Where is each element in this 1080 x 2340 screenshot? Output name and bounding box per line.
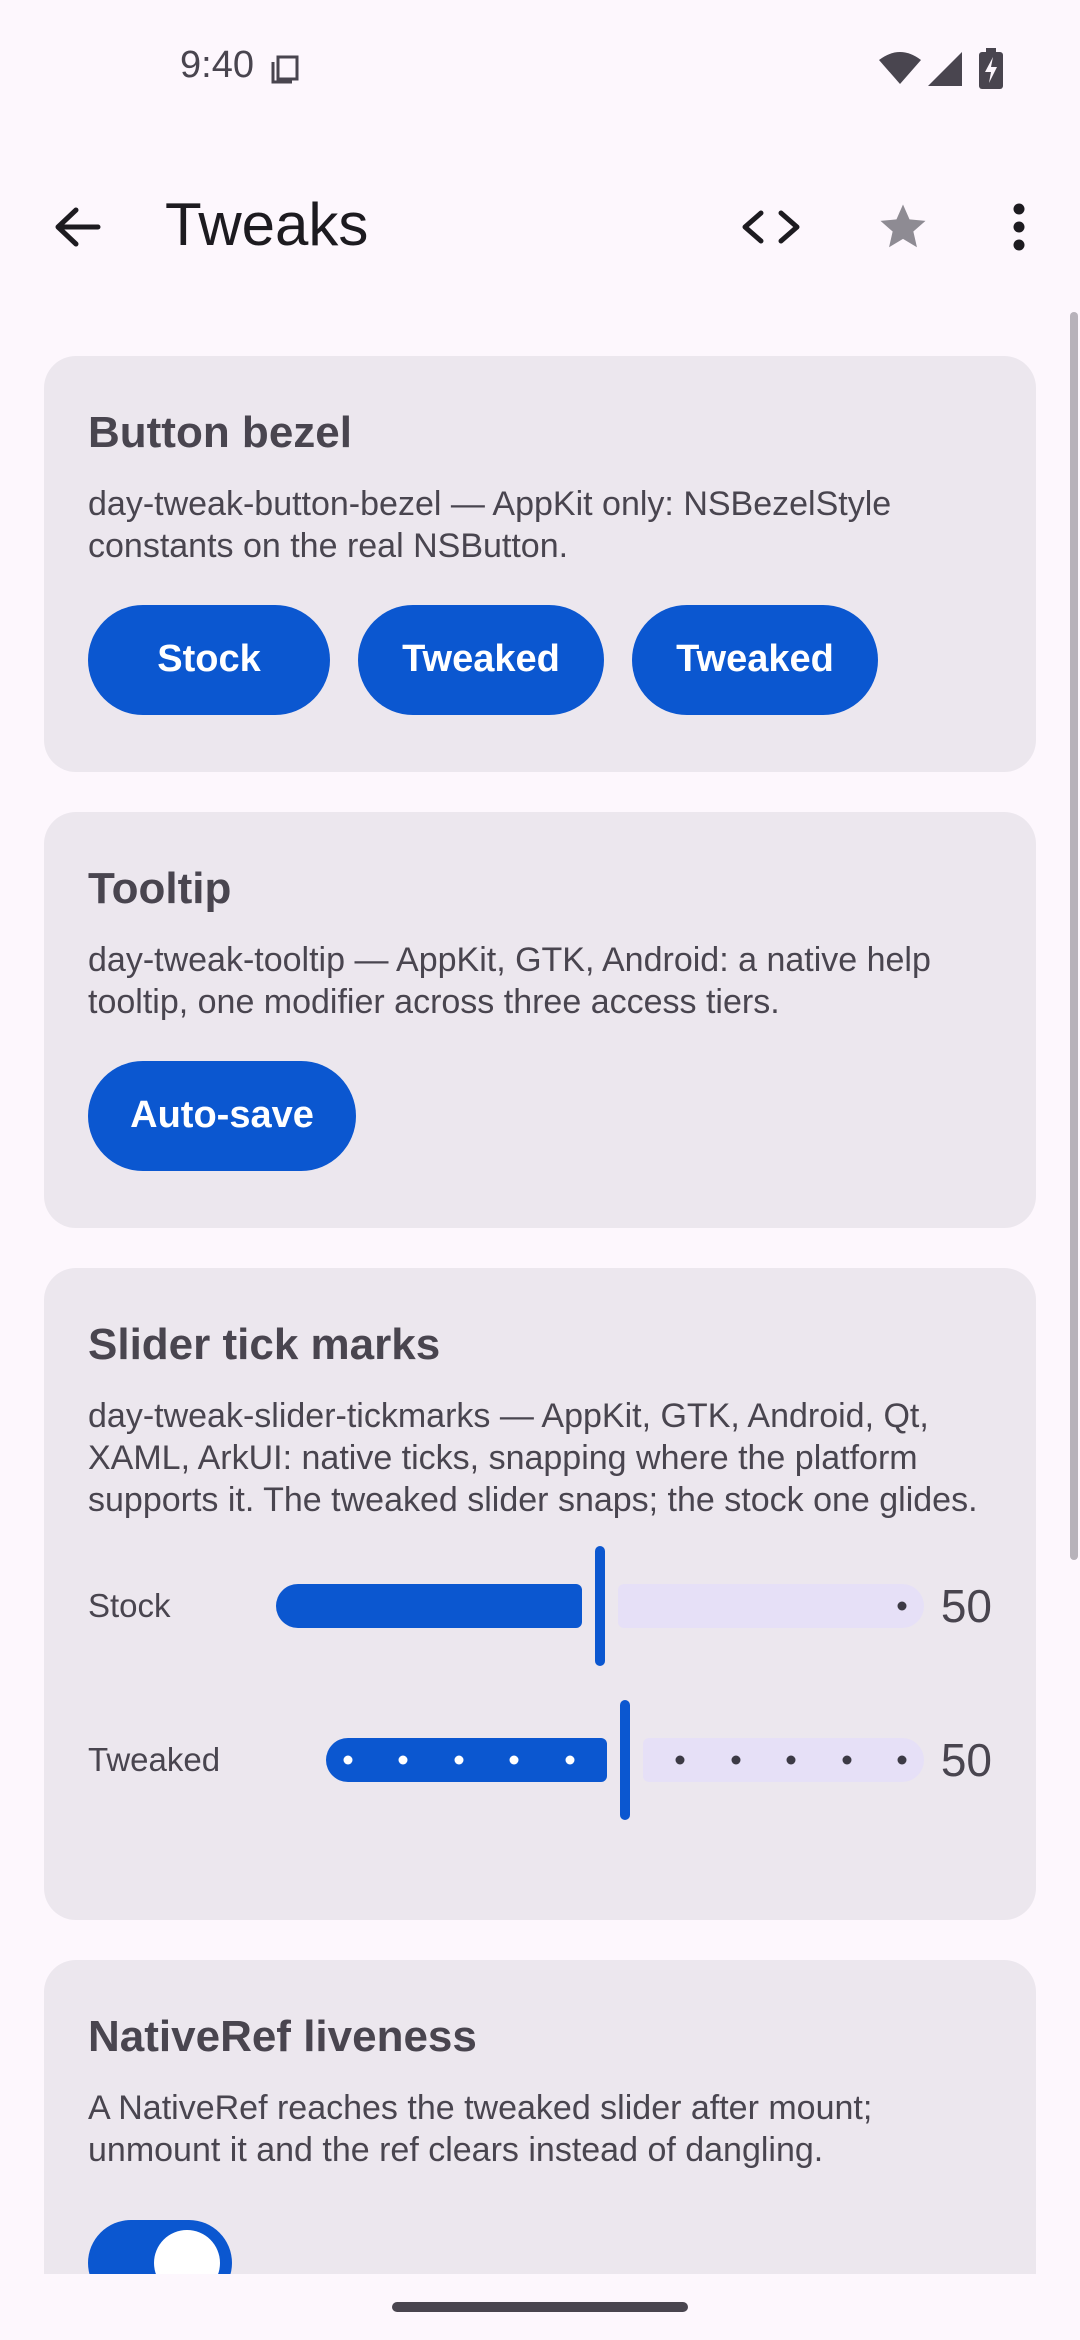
slider-tick-mark bbox=[786, 1755, 796, 1765]
tweaks-screen: 9:40 Tweaks Button bezel day-tweak-butto… bbox=[0, 0, 1080, 2340]
stock-slider[interactable] bbox=[276, 1545, 924, 1666]
card-title: Slider tick marks bbox=[88, 1320, 441, 1369]
tweaked-button-secondary[interactable]: Tweaked bbox=[632, 604, 878, 715]
slider-tick-mark bbox=[897, 1755, 907, 1765]
card-tooltip: Tooltip day-tweak-tooltip — AppKit, GTK,… bbox=[44, 812, 1036, 1228]
status-bar: 9:40 bbox=[0, 0, 1080, 140]
wifi-icon bbox=[879, 52, 921, 84]
star-icon bbox=[880, 204, 926, 248]
slider-end-stop bbox=[897, 1601, 907, 1611]
favorite-button[interactable] bbox=[858, 182, 948, 272]
slider-tick-mark bbox=[842, 1755, 852, 1765]
card-description: day-tweak-tooltip — AppKit, GTK, Android… bbox=[88, 940, 931, 1021]
card-description: day-tweak-slider-tickmarks — AppKit, GTK… bbox=[88, 1396, 978, 1519]
slider-tick-mark bbox=[343, 1755, 353, 1765]
slider-value: 50 bbox=[940, 1733, 992, 1786]
top-app-bar: Tweaks bbox=[0, 160, 1080, 292]
slider-inactive-track bbox=[643, 1737, 924, 1782]
slider-thumb[interactable] bbox=[595, 1545, 605, 1666]
gesture-nav-handle[interactable] bbox=[392, 2302, 688, 2312]
scrollbar[interactable] bbox=[1070, 312, 1078, 1560]
card-title: NativeRef liveness bbox=[88, 2012, 477, 2061]
slider-row-tweaked: Tweaked 50 bbox=[88, 1695, 992, 1825]
slider-tick-mark bbox=[454, 1755, 464, 1765]
more-vert-icon bbox=[1013, 203, 1025, 251]
arrow-back-icon bbox=[55, 207, 101, 247]
card-title: Tooltip bbox=[88, 864, 232, 913]
card-title: Button bezel bbox=[88, 408, 352, 457]
slider-value: 50 bbox=[940, 1579, 992, 1632]
card-slider-tick-marks: Slider tick marks day-tweak-slider-tickm… bbox=[44, 1268, 1036, 1920]
slider-row-stock: Stock 50 bbox=[88, 1541, 992, 1671]
slider-tick-mark bbox=[509, 1755, 519, 1765]
slider-list: Stock 50 Tweaked 50 bbox=[88, 1541, 992, 1825]
code-icon bbox=[742, 210, 800, 244]
view-source-button[interactable] bbox=[726, 182, 816, 272]
status-time: 9:40 bbox=[180, 44, 254, 86]
tweaked-slider[interactable] bbox=[326, 1699, 924, 1820]
auto-save-button[interactable]: Auto-save bbox=[88, 1060, 356, 1171]
back-button[interactable] bbox=[32, 182, 122, 272]
slider-inactive-track bbox=[618, 1583, 924, 1628]
tweaked-button[interactable]: Tweaked bbox=[358, 604, 604, 715]
stock-button[interactable]: Stock bbox=[88, 604, 330, 715]
button-row: Auto-save bbox=[88, 1060, 992, 1171]
slider-tick-mark bbox=[398, 1755, 408, 1765]
slider-label: Stock bbox=[88, 1586, 171, 1624]
card-button-bezel: Button bezel day-tweak-button-bezel — Ap… bbox=[44, 356, 1036, 772]
slider-tick-mark bbox=[731, 1755, 741, 1765]
slider-tick-mark bbox=[565, 1755, 575, 1765]
card-description: A NativeRef reaches the tweaked slider a… bbox=[88, 2088, 873, 2169]
cell-signal-icon bbox=[928, 52, 962, 86]
slider-thumb[interactable] bbox=[620, 1699, 630, 1820]
card-description: day-tweak-button-bezel — AppKit only: NS… bbox=[88, 484, 892, 565]
slider-active-track bbox=[276, 1583, 582, 1628]
slider-tick-mark bbox=[675, 1755, 685, 1765]
page-title: Tweaks bbox=[165, 191, 369, 258]
button-row: Stock Tweaked Tweaked bbox=[88, 604, 992, 715]
battery-charging-icon bbox=[979, 48, 1003, 89]
more-options-button[interactable] bbox=[974, 182, 1064, 272]
screenshot-notification-icon bbox=[271, 55, 299, 84]
slider-label: Tweaked bbox=[88, 1740, 221, 1778]
